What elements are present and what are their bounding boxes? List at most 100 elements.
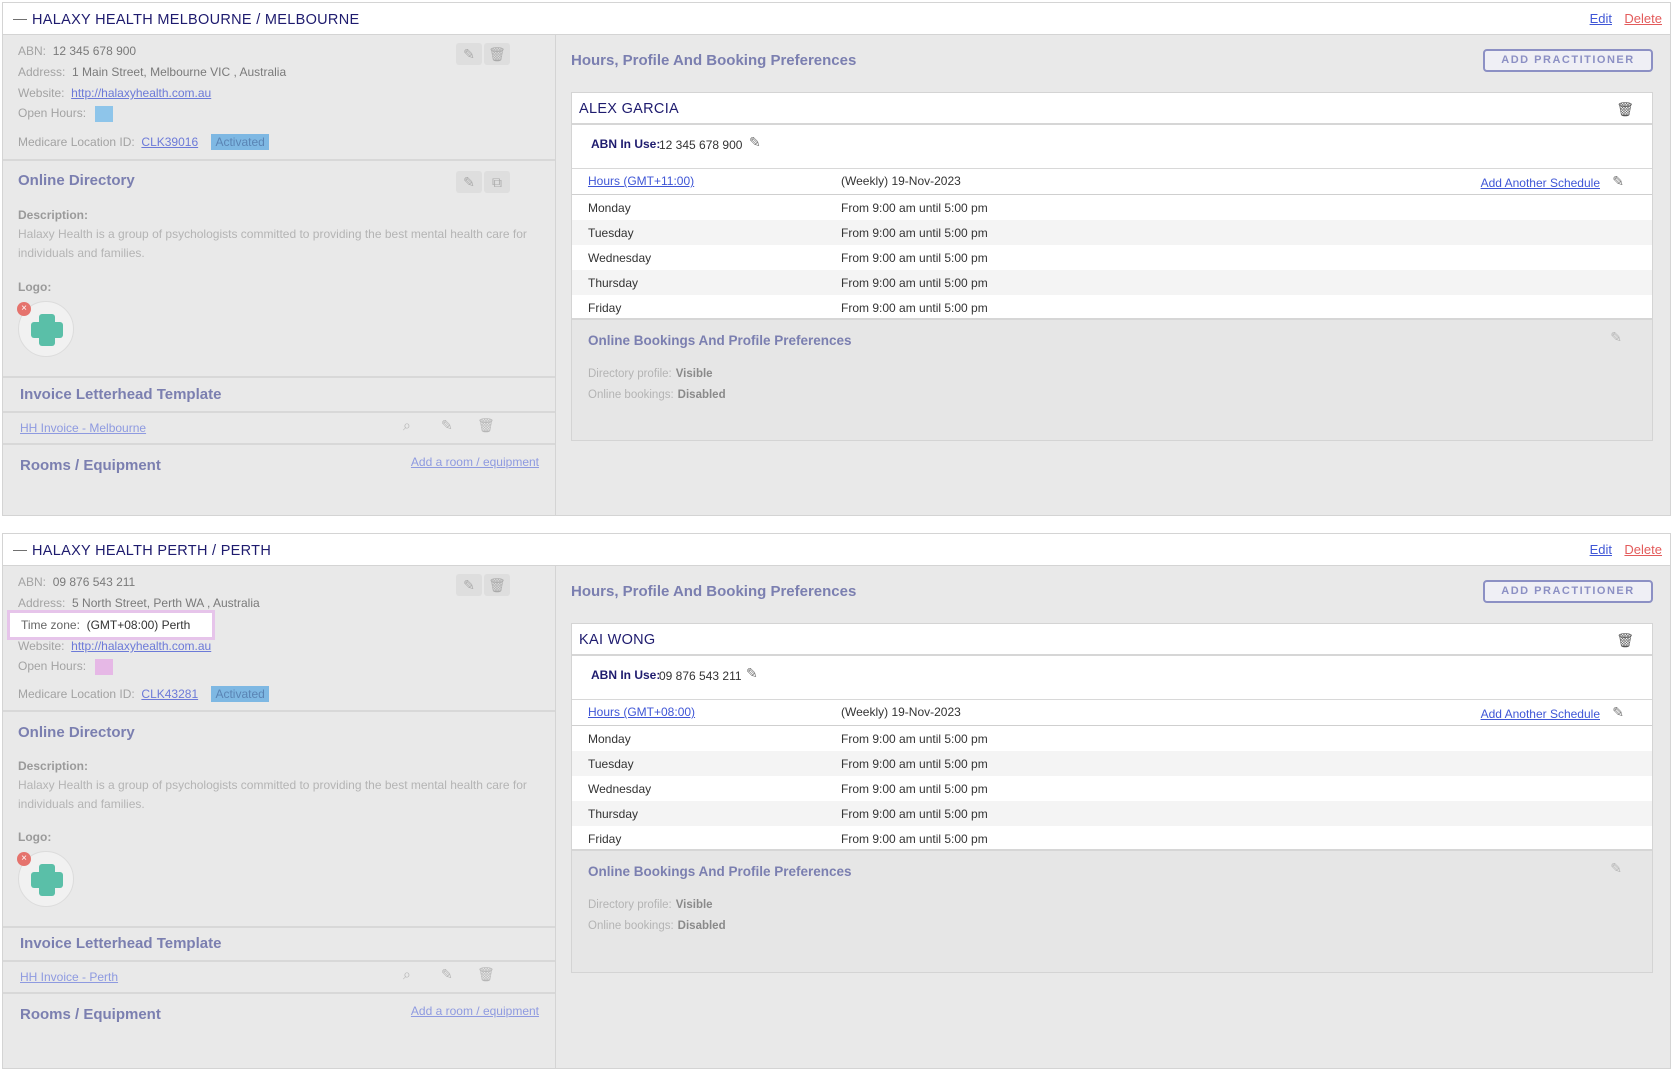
- open-external-icon[interactable]: ⧉: [484, 171, 510, 193]
- search-icon[interactable]: ⌕: [403, 966, 411, 983]
- delete-details-icon[interactable]: 🗑: [484, 574, 510, 596]
- abn-value: 12 345 678 900: [52, 44, 137, 58]
- remove-logo-icon[interactable]: ×: [17, 852, 31, 866]
- add-practitioner-button[interactable]: ADD PRACTITIONER: [1483, 49, 1653, 72]
- add-room-link[interactable]: Add a room / equipment: [411, 1004, 539, 1018]
- preferences-panel: Hours, Profile And Booking Preferences A…: [556, 35, 1670, 515]
- add-room-link[interactable]: Add a room / equipment: [411, 455, 539, 469]
- abn-in-use-value: 09 876 543 211: [659, 669, 742, 683]
- day-name: Friday: [588, 301, 622, 315]
- website-row: Website: http://halaxyhealth.com.au: [18, 86, 211, 100]
- description-text: Halaxy Health is a group of psychologist…: [18, 227, 527, 260]
- trash-icon[interactable]: 🗑: [1616, 101, 1634, 118]
- divider: [3, 443, 555, 445]
- location-title[interactable]: HALAXY HEALTH PERTH / PERTH: [32, 543, 271, 559]
- divider: [3, 710, 555, 712]
- add-schedule-link[interactable]: Add Another Schedule: [1481, 707, 1600, 721]
- medicare-label: Medicare Location ID:: [18, 687, 135, 701]
- practitioner-card: ALEX GARCIA 🗑 ABN In Use: 12 345 678 900…: [571, 92, 1653, 441]
- trash-icon[interactable]: 🗑: [1616, 632, 1634, 649]
- preferences-title: Hours, Profile And Booking Preferences: [571, 583, 857, 600]
- logo-label: Logo:: [18, 830, 52, 844]
- website-link[interactable]: http://halaxyhealth.com.au: [71, 86, 211, 100]
- trash-icon[interactable]: 🗑: [477, 417, 495, 434]
- delete-location-link[interactable]: Delete: [1624, 542, 1662, 557]
- edit-location-link[interactable]: Edit: [1590, 542, 1612, 557]
- hours-row: Monday From 9:00 am until 5:00 pm: [572, 195, 1652, 220]
- abn-label: ABN:: [18, 575, 47, 589]
- add-schedule-link[interactable]: Add Another Schedule: [1481, 176, 1600, 190]
- location-header: — HALAXY HEALTH MELBOURNE / MELBOURNE Ed…: [3, 3, 1670, 35]
- divider: [3, 159, 555, 161]
- online-bookings-value: Disabled: [677, 920, 726, 932]
- abn-label: ABN:: [18, 44, 47, 58]
- location-title[interactable]: HALAXY HEALTH MELBOURNE / MELBOURNE: [32, 12, 359, 28]
- address-value: 1 Main Street, Melbourne VIC , Australia: [72, 65, 287, 79]
- collapse-icon[interactable]: —: [13, 541, 27, 557]
- pencil-icon[interactable]: ✎: [441, 966, 453, 983]
- day-name: Thursday: [588, 807, 639, 821]
- divider: [3, 992, 555, 994]
- pencil-icon[interactable]: ✎: [746, 665, 758, 682]
- hours-row: Tuesday From 9:00 am until 5:00 pm: [572, 220, 1652, 245]
- invoice-template-link[interactable]: HH Invoice - Melbourne: [20, 421, 146, 435]
- delete-location-link[interactable]: Delete: [1624, 11, 1662, 26]
- hours-row: Wednesday From 9:00 am until 5:00 pm: [572, 776, 1652, 801]
- day-name: Tuesday: [588, 757, 634, 771]
- status-badge: Activated: [211, 134, 269, 150]
- hours-header: Hours (GMT+08:00) (Weekly) 19-Nov-2023 A…: [572, 700, 1652, 726]
- address-label: Address:: [18, 596, 66, 610]
- schedule-label: (Weekly) 19-Nov-2023: [841, 174, 961, 188]
- invoice-template-link[interactable]: HH Invoice - Perth: [20, 970, 118, 984]
- add-practitioner-button[interactable]: ADD PRACTITIONER: [1483, 580, 1653, 603]
- pencil-icon[interactable]: ✎: [1612, 173, 1624, 190]
- edit-details-icon[interactable]: ✎: [456, 43, 482, 65]
- pencil-icon[interactable]: ✎: [1612, 704, 1624, 721]
- preferences-title: Hours, Profile And Booking Preferences: [571, 52, 857, 69]
- online-directory-title: Online Directory: [18, 172, 135, 189]
- edit-directory-icon[interactable]: ✎: [456, 171, 482, 193]
- medicare-label: Medicare Location ID:: [18, 135, 135, 149]
- pencil-icon[interactable]: ✎: [441, 417, 453, 434]
- remove-logo-icon[interactable]: ×: [17, 302, 31, 316]
- medicare-id-link[interactable]: CLK43281: [141, 687, 198, 701]
- trash-icon[interactable]: 🗑: [477, 966, 495, 983]
- preferences-panel: Hours, Profile And Booking Preferences A…: [556, 566, 1670, 1068]
- practitioner-header: ALEX GARCIA 🗑: [572, 93, 1652, 125]
- medicare-row: Medicare Location ID: CLK39016 Activated: [18, 134, 269, 150]
- day-name: Tuesday: [588, 226, 634, 240]
- abn-in-use-label: ABN In Use:: [591, 137, 661, 151]
- open-hours-color-swatch: [95, 659, 114, 675]
- rooms-title: Rooms / Equipment: [20, 457, 161, 474]
- hours-row: Friday From 9:00 am until 5:00 pm: [572, 826, 1652, 851]
- collapse-icon[interactable]: —: [13, 10, 27, 26]
- hours-timezone-link[interactable]: Hours (GMT+11:00): [588, 174, 694, 188]
- schedule-label: (Weekly) 19-Nov-2023: [841, 705, 961, 719]
- medicare-id-link[interactable]: CLK39016: [141, 135, 198, 149]
- hours-row: Friday From 9:00 am until 5:00 pm: [572, 295, 1652, 320]
- invoice-template-title: Invoice Letterhead Template: [20, 386, 222, 403]
- timezone-value: (GMT+08:00) Perth: [86, 618, 191, 632]
- location-details-panel: ✎ 🗑 ABN: 09 876 543 211 Address: 5 North…: [3, 566, 556, 1068]
- website-link[interactable]: http://halaxyhealth.com.au: [71, 639, 211, 653]
- open-hours-row: Open Hours:: [18, 659, 114, 675]
- invoice-template-title: Invoice Letterhead Template: [20, 935, 222, 952]
- abn-in-use-row: ABN In Use: 09 876 543 211 ✎: [572, 656, 1652, 700]
- day-hours: From 9:00 am until 5:00 pm: [841, 782, 988, 796]
- pencil-icon[interactable]: ✎: [1610, 860, 1622, 877]
- edit-details-icon[interactable]: ✎: [456, 574, 482, 596]
- description-text: Halaxy Health is a group of psychologist…: [18, 778, 527, 811]
- edit-location-link[interactable]: Edit: [1590, 11, 1612, 26]
- pencil-icon[interactable]: ✎: [749, 134, 761, 151]
- day-name: Monday: [588, 732, 631, 746]
- search-icon[interactable]: ⌕: [403, 417, 411, 434]
- day-name: Wednesday: [588, 251, 652, 265]
- online-directory-title: Online Directory: [18, 724, 135, 741]
- hours-timezone-link[interactable]: Hours (GMT+08:00): [588, 705, 695, 719]
- description-label: Description:: [18, 208, 89, 222]
- open-hours-label: Open Hours:: [18, 659, 87, 674]
- pencil-icon[interactable]: ✎: [1610, 329, 1622, 346]
- delete-details-icon[interactable]: 🗑: [484, 43, 510, 65]
- hours-row: Wednesday From 9:00 am until 5:00 pm: [572, 245, 1652, 270]
- online-bookings-title: Online Bookings And Profile Preferences: [588, 864, 852, 879]
